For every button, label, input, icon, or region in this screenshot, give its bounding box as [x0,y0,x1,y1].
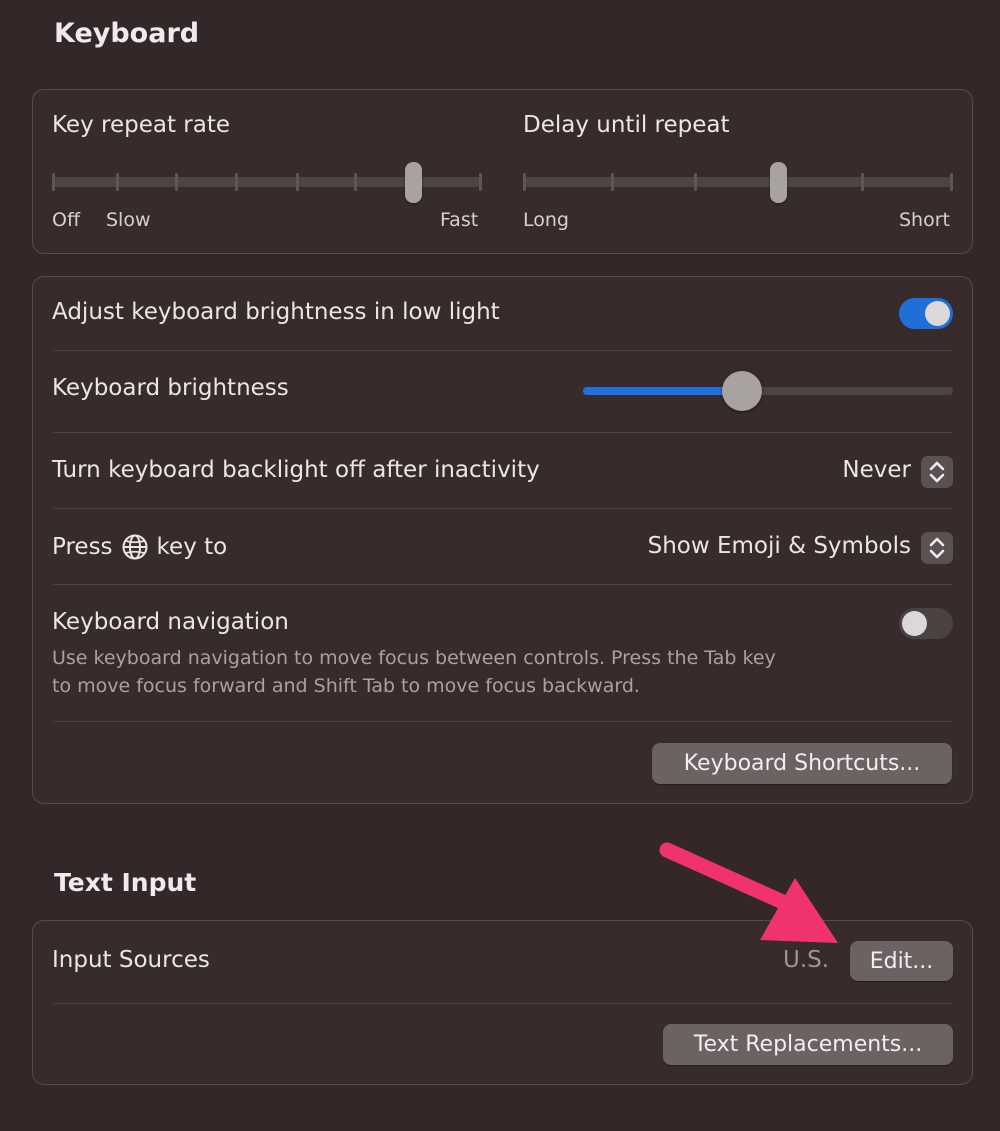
adjust-brightness-label: Adjust keyboard brightness in low light [52,299,500,325]
backlight-off-label: Turn keyboard backlight off after inacti… [52,457,540,483]
globe-key-action-popup[interactable]: Show Emoji & Symbols [593,529,953,569]
divider [53,350,952,351]
keyboard-brightness-knob[interactable] [722,371,762,411]
key-repeat-off-label: Off [52,209,81,231]
key-repeat-slow-label: Slow [106,209,151,231]
edit-input-sources-button[interactable]: Edit... [850,941,953,981]
keyboard-navigation-description-1: Use keyboard navigation to move focus be… [52,647,776,669]
press-globe-key-label: Press key to [52,531,227,563]
backlight-off-value: Never [842,457,911,483]
keyboard-brightness-slider[interactable] [583,369,953,413]
text-replacements-button[interactable]: Text Replacements... [663,1024,953,1065]
divider [53,508,952,509]
keyboard-navigation-description-2: to move focus forward and Shift Tab to m… [52,675,640,697]
key-repeat-rate-label: Key repeat rate [52,112,231,138]
key-repeat-panel: Key repeat rate Delay until repeat Off S… [32,89,973,254]
divider [53,432,952,433]
up-down-chevron-icon [921,532,953,564]
delay-until-repeat-knob[interactable] [770,162,787,203]
delay-short-label: Short [899,209,950,231]
delay-long-label: Long [523,209,569,231]
key-repeat-rate-slider[interactable] [52,160,482,204]
key-repeat-rate-knob[interactable] [405,162,422,203]
divider [53,1003,952,1004]
delay-until-repeat-slider[interactable] [523,160,953,204]
key-to-text: key to [156,534,228,560]
keyboard-settings-panel: Adjust keyboard brightness in low light … [32,276,973,804]
backlight-off-popup[interactable]: Never [813,453,953,493]
toggle-thumb [902,611,927,636]
input-sources-label: Input Sources [52,947,210,973]
key-repeat-fast-label: Fast [440,209,479,231]
keyboard-shortcuts-button[interactable]: Keyboard Shortcuts... [652,743,952,784]
keyboard-section-title: Keyboard [54,18,200,49]
text-input-panel: Input Sources U.S. Edit... Text Replacem… [32,920,973,1085]
text-input-section-title: Text Input [54,868,197,897]
input-sources-value: U.S. [783,947,830,973]
up-down-chevron-icon [921,456,953,488]
adjust-brightness-toggle[interactable] [899,298,953,329]
delay-until-repeat-label: Delay until repeat [523,112,730,138]
divider [53,721,952,722]
globe-icon [121,533,149,561]
keyboard-brightness-label: Keyboard brightness [52,375,289,401]
toggle-thumb [925,301,950,326]
keyboard-navigation-label: Keyboard navigation [52,609,289,635]
press-text: Press [52,534,113,560]
divider [53,584,952,585]
keyboard-navigation-toggle[interactable] [899,608,953,639]
globe-key-action-value: Show Emoji & Symbols [647,533,911,559]
